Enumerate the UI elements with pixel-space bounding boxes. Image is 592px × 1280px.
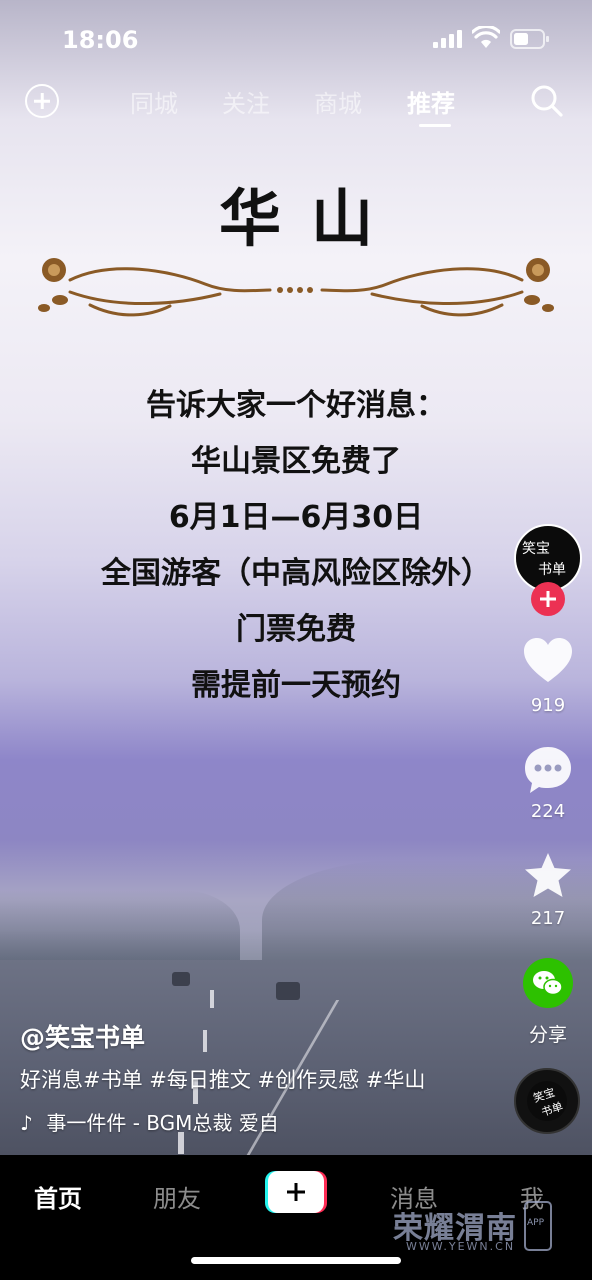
- top-nav: 同城 关注 商城 推荐: [0, 78, 592, 134]
- music-title: 事一件件 - BGM总裁 爱自: [46, 1111, 279, 1135]
- tab-home[interactable]: 首页: [34, 1179, 82, 1214]
- watermark-url: WWW.YEWN.CN: [406, 1240, 516, 1253]
- comment-icon[interactable]: [522, 744, 574, 796]
- plus-icon: [268, 1171, 324, 1213]
- search-icon[interactable]: [530, 84, 564, 118]
- cellular-signal-icon: [433, 30, 463, 48]
- star-icon[interactable]: [522, 850, 574, 902]
- favorite-count: 217: [530, 908, 566, 929]
- message-line: 全国游客（中高风险区除外）: [101, 556, 491, 591]
- avatar-text: 笑宝: [522, 541, 550, 557]
- music-info[interactable]: ♪ 事一件件 - BGM总裁 爱自: [20, 1107, 279, 1136]
- author-name[interactable]: @笑宝书单: [20, 1018, 145, 1054]
- tab-friends[interactable]: 朋友: [153, 1179, 201, 1214]
- tab-local[interactable]: 同城: [130, 84, 178, 119]
- active-tab-indicator: [419, 124, 451, 127]
- tab-recommended[interactable]: 推荐: [407, 84, 455, 119]
- watermark-badge: APP: [527, 1218, 545, 1228]
- music-note-icon: ♪: [20, 1111, 33, 1135]
- tab-mall[interactable]: 商城: [314, 84, 362, 119]
- message-line: 门票免费: [236, 612, 356, 647]
- like-count: 919: [530, 695, 566, 716]
- wifi-icon: [472, 26, 500, 48]
- home-indicator[interactable]: [191, 1257, 401, 1264]
- message-line: 需提前一天预约: [191, 668, 401, 703]
- add-circle-icon[interactable]: [25, 84, 59, 118]
- poster-title: 华山: [218, 182, 403, 255]
- status-time: 18:06: [62, 26, 139, 54]
- decorative-flourish-icon: [38, 258, 554, 317]
- message-line: 华山景区免费了: [191, 444, 401, 479]
- wechat-share-icon[interactable]: [523, 958, 573, 1008]
- avatar-text: 书单: [538, 562, 566, 578]
- watermark-phone-icon: APP: [524, 1201, 552, 1251]
- follow-button[interactable]: [531, 582, 565, 616]
- status-bar: 18:06: [0, 0, 592, 78]
- heart-icon[interactable]: [522, 636, 574, 688]
- create-button[interactable]: [265, 1171, 327, 1213]
- video-caption[interactable]: 好消息#书单 #每日推文 #创作灵感 #华山: [20, 1064, 425, 1094]
- battery-icon: [510, 29, 549, 49]
- message-line: 告诉大家一个好消息：: [146, 388, 446, 423]
- tab-following[interactable]: 关注: [222, 84, 270, 119]
- poster-message: 告诉大家一个好消息： 华山景区免费了 6月1日—6月30日 全国游客（中高风险区…: [0, 385, 592, 721]
- message-line: 6月1日—6月30日: [168, 500, 424, 535]
- comment-count: 224: [530, 801, 566, 822]
- music-disc[interactable]: 笑宝 书单: [514, 1068, 580, 1134]
- share-label[interactable]: 分享: [512, 1020, 584, 1047]
